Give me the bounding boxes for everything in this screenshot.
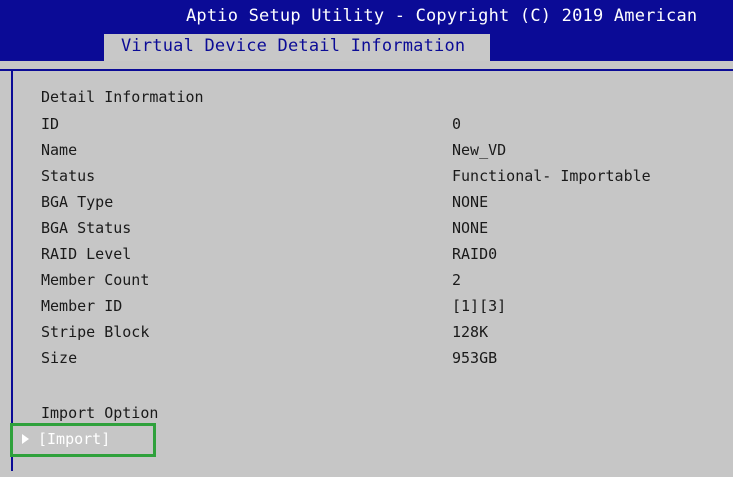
row-value: 128K [452,323,489,341]
row-value: RAID0 [452,245,498,263]
tab-virtual-device-detail-label: Virtual Device Detail Information [121,36,466,56]
panel-top-border [0,61,733,71]
row-value: New_VD [452,141,507,159]
row-label: BGA Type [41,193,114,211]
row-label: Member ID [41,297,123,315]
import-section-title: Import Option [41,404,159,422]
row-label: Member Count [41,271,150,289]
app-title: Aptio Setup Utility - Copyright (C) 2019… [186,6,698,26]
row-label: Size [41,349,78,367]
row-value: Functional- Importable [452,167,651,185]
row-value: 953GB [452,349,498,367]
row-value: [1][3] [452,297,507,315]
row-label: Stripe Block [41,323,150,341]
row-label: RAID Level [41,245,132,263]
row-label: Name [41,141,78,159]
row-value: NONE [452,193,489,211]
import-button-label: [Import] [38,430,111,448]
row-value: 2 [452,271,462,289]
row-value: 0 [452,115,462,133]
row-label: Status [41,167,96,185]
row-label: BGA Status [41,219,132,237]
detail-section-title: Detail Information [41,88,204,106]
panel-left-border [11,71,13,471]
selection-arrow-icon [22,434,29,444]
row-label: ID [41,115,60,133]
row-value: NONE [452,219,489,237]
